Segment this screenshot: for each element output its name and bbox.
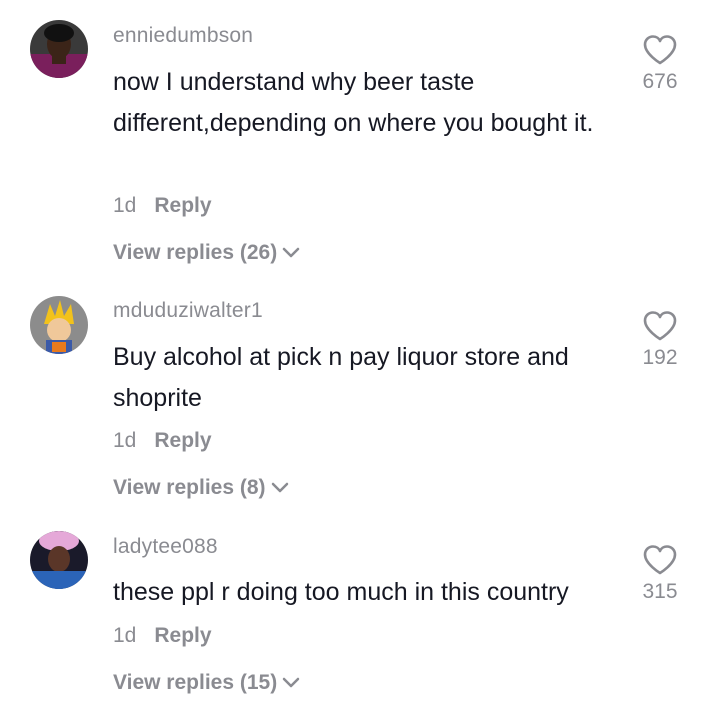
view-replies-button[interactable]: View replies (8) [113, 476, 289, 500]
like-button[interactable]: 676 [636, 34, 684, 94]
timestamp: 1d [113, 624, 137, 647]
like-count: 676 [642, 70, 678, 93]
heart-outline-icon[interactable] [642, 310, 678, 342]
view-replies-button[interactable]: View replies (15) [113, 671, 300, 695]
cartoon-character-avatar-icon [30, 296, 88, 354]
view-replies-label: View replies (8) [113, 476, 266, 499]
username[interactable]: mduduziwalter1 [113, 299, 263, 323]
reply-button[interactable]: Reply [154, 624, 211, 647]
timestamp: 1d [113, 194, 137, 217]
comment-meta: 1d Reply [113, 429, 212, 453]
username[interactable]: ladytee088 [113, 535, 218, 559]
view-replies-label: View replies (15) [113, 671, 278, 694]
chevron-down-icon [282, 677, 300, 688]
user-avatar-photo-icon [30, 20, 88, 78]
timestamp: 1d [113, 429, 137, 452]
heart-outline-icon[interactable] [642, 544, 678, 576]
chevron-down-icon [271, 482, 288, 493]
like-count: 192 [642, 346, 678, 369]
reply-button[interactable]: Reply [154, 194, 211, 217]
like-button[interactable]: 315 [636, 544, 684, 604]
comment-meta: 1d Reply [113, 624, 212, 648]
view-replies-button[interactable]: View replies (26) [113, 241, 300, 265]
heart-outline-icon[interactable] [642, 34, 678, 66]
comment-text: these ppl r doing too much in this count… [113, 578, 569, 606]
user-avatar-photo-icon [30, 531, 88, 589]
reply-button[interactable]: Reply [154, 429, 211, 452]
view-replies-label: View replies (26) [113, 241, 278, 264]
chevron-down-icon [282, 247, 300, 258]
comment-text: now I understand why beer taste differen… [113, 68, 594, 137]
username[interactable]: enniedumbson [113, 24, 253, 48]
avatar[interactable] [30, 531, 88, 589]
comment-meta: 1d Reply [113, 194, 212, 218]
like-button[interactable]: 192 [636, 310, 684, 370]
comment-text: Buy alcohol at pick n pay liquor store a… [113, 343, 569, 412]
like-count: 315 [642, 580, 678, 603]
avatar[interactable] [30, 296, 88, 354]
avatar[interactable] [30, 20, 88, 78]
